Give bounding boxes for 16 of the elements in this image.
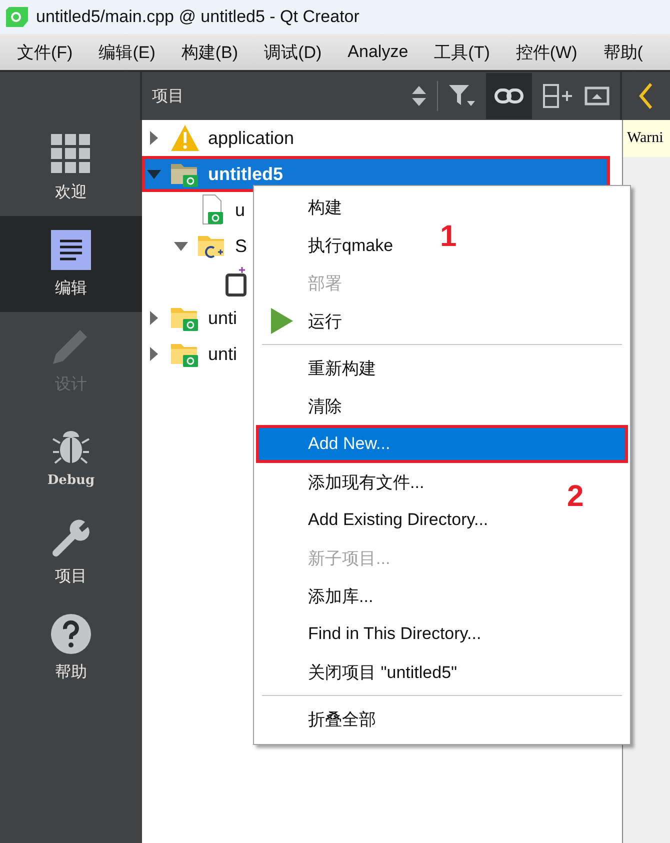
- mode-label: Debug: [47, 472, 95, 488]
- panel-title: 项目: [152, 86, 185, 106]
- annotation-number: 1: [440, 220, 457, 254]
- mode-label: 项目: [55, 566, 87, 586]
- tree-item-label: application: [208, 128, 294, 148]
- mode-label: 欢迎: [55, 182, 87, 202]
- mode-label: 编辑: [55, 278, 87, 298]
- tree-item-label: S: [235, 236, 248, 256]
- annotation-number: 2: [567, 480, 584, 514]
- warning-banner: Warni: [623, 120, 670, 157]
- tree-item-label: unti: [208, 344, 238, 364]
- tree-item-label: unti: [208, 308, 238, 328]
- tree-item-label: u: [235, 200, 246, 220]
- window-title: untitled5/main.cpp @ untitled5 - Qt Creator: [36, 7, 360, 27]
- mode-label: 帮助: [55, 662, 87, 682]
- tree-item-label: untitled5: [208, 164, 283, 184]
